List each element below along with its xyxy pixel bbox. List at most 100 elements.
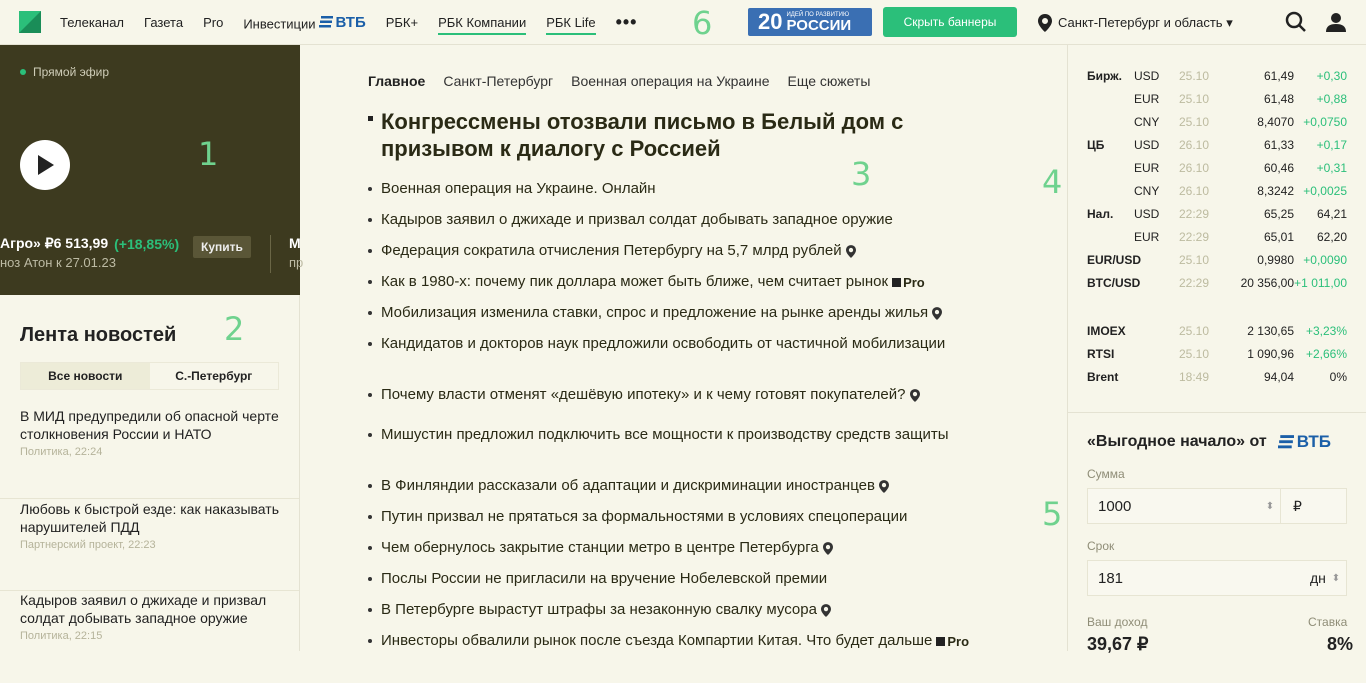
ticker-divider [270, 235, 271, 273]
more-menu-button[interactable]: ••• [616, 12, 638, 33]
ideas-banner[interactable]: 20 ИДЕЙ ПО РАЗВИТИЮ РОССИИ [748, 8, 872, 36]
news-item-content: Кандидатов и докторов наук предложили ос… [381, 334, 1008, 353]
news-item[interactable]: В Финляндии рассказали об адаптации и ди… [368, 476, 1008, 495]
nav-item-rbc-life[interactable]: РБК Life [546, 15, 596, 35]
news-item[interactable]: В Петербурге вырастут штрафы за незаконн… [368, 600, 1008, 619]
tab-spb-news[interactable]: С.-Петербург [150, 363, 279, 389]
quote-row[interactable]: RTSI 25.10 1 090,96 +2,66% [1087, 347, 1347, 365]
quote-value: 94,04 [1263, 370, 1294, 384]
term-stepper-icon[interactable]: ⬍ [1326, 573, 1346, 584]
quote-group: IMOEX [1087, 324, 1126, 338]
pro-icon [936, 636, 946, 646]
quote-change: +0,0750 [1303, 115, 1347, 129]
top-bar: Телеканал Газета Pro Инвестиции ВТБ РБК+ … [0, 0, 1366, 45]
news-item[interactable]: Федерация сократила отчисления Петербург… [368, 241, 1008, 260]
income-value: 39,67 ₽ [1087, 634, 1149, 654]
region-selector[interactable]: Санкт-Петербург и область ▾ [1038, 14, 1233, 32]
location-pin-icon [932, 306, 943, 320]
quote-value: 8,4070 [1257, 115, 1294, 129]
quote-row[interactable]: EUR 26.10 60,46 +0,31 [1087, 161, 1347, 179]
quote-row[interactable]: BTC/USD 22:29 20 356,00 +1 011,00 [1087, 276, 1347, 294]
search-icon[interactable] [1285, 11, 1307, 33]
news-item[interactable]: Мишустин предложил подключить все мощнос… [368, 425, 1008, 444]
quote-row[interactable]: ЦБ USD 26.10 61,33 +0,17 [1087, 138, 1347, 156]
annotation-4: 4 [1042, 163, 1063, 201]
sum-stepper-icon[interactable]: ⬍ [1260, 501, 1280, 512]
nav-item-newspaper[interactable]: Газета [144, 15, 183, 30]
vtb-stripes-icon [318, 16, 333, 28]
news-item[interactable]: Инвесторы обвалили рынок после съезда Ко… [368, 631, 1008, 651]
news-item-content: Мишустин предложил подключить все мощнос… [381, 425, 1008, 444]
rbc-logo-icon[interactable] [19, 11, 41, 33]
tab-military-operation[interactable]: Военная операция на Украине [571, 73, 769, 89]
list-item[interactable]: В МИД предупредили об опасной черте стол… [0, 407, 299, 499]
quote-row[interactable]: EUR 25.10 61,48 +0,88 [1087, 92, 1347, 110]
hide-banners-button[interactable]: Скрыть баннеры [883, 7, 1017, 37]
tab-more-stories[interactable]: Еще сюжеты [788, 73, 871, 89]
news-item-title: Кадыров заявил о джихаде и призвал солда… [381, 211, 893, 228]
quote-date: 18:49 [1179, 370, 1210, 384]
bullet-icon [368, 342, 372, 346]
quote-group [1087, 184, 1134, 202]
news-item[interactable]: Путин призвал не прятаться за формальнос… [368, 507, 1008, 526]
annotation-6: 6 [692, 4, 713, 42]
news-item-content: Чем обернулось закрытие станции метро в … [381, 538, 1008, 557]
bullet-icon [368, 484, 372, 488]
quote-row[interactable]: Нал. USD 22:29 65,25 64,21 [1087, 207, 1347, 225]
nav-item-rbc-companies[interactable]: РБК Компании [438, 15, 527, 35]
tab-main[interactable]: Главное [368, 73, 425, 89]
bullet-icon [368, 249, 372, 253]
quote-row[interactable]: Бирж. USD 25.10 61,49 +0,30 [1087, 69, 1347, 87]
news-item-content: Инвесторы обвалили рынок после съезда Ко… [381, 631, 1008, 651]
live-indicator: Прямой эфир [20, 65, 109, 79]
list-item[interactable]: Любовь к быстрой езде: как наказывать на… [0, 499, 299, 591]
news-item-title: Как в 1980-х: почему пик доллара может б… [381, 273, 889, 290]
tab-all-news[interactable]: Все новости [21, 363, 150, 389]
nav-item-rbc-plus[interactable]: РБК+ [386, 15, 418, 30]
news-item-content: В Петербурге вырастут штрафы за незаконн… [381, 600, 1008, 619]
list-item[interactable]: Кадыров заявил о джихаде и призвал солда… [0, 591, 299, 683]
news-item[interactable]: Чем обернулось закрытие станции метро в … [368, 538, 1008, 557]
quote-change: +0,31 [1316, 161, 1347, 175]
quote-currency: EUR [1134, 230, 1160, 244]
play-button[interactable] [20, 140, 70, 190]
news-item-title: Послы России не пригласили на вручение Н… [381, 570, 828, 587]
quotes-divider [1068, 412, 1366, 413]
buy-button[interactable]: Купить [193, 236, 251, 258]
nav-item-pro[interactable]: Pro [203, 15, 223, 30]
news-item-content: В Финляндии рассказали об адаптации и ди… [381, 476, 1008, 495]
quote-currency: USD [1134, 207, 1160, 221]
ticker-next-name[interactable]: М [289, 235, 301, 251]
bullet-icon [368, 393, 372, 397]
tab-spb[interactable]: Санкт-Петербург [443, 73, 553, 89]
news-item[interactable]: Кандидатов и докторов наук предложили ос… [368, 334, 1008, 353]
sum-field[interactable]: 1000 ⬍ ₽ [1087, 488, 1347, 524]
live-stream-panel[interactable]: Прямой эфир 1 Агро» ₽6 513,99 (+18,85%) К… [0, 45, 304, 295]
quote-row[interactable]: EUR/USD 25.10 0,9980 +0,0090 [1087, 253, 1347, 271]
nav-item-tv[interactable]: Телеканал [60, 15, 124, 30]
quote-change: 0% [1329, 370, 1347, 384]
ticker-subtitle: ноз Атон к 27.01.23 [0, 255, 116, 270]
user-icon[interactable] [1325, 11, 1347, 33]
news-item[interactable]: Военная операция на Украине. Онлайн [368, 179, 1008, 198]
quote-row[interactable]: Brent 18:49 94,04 0% [1087, 370, 1347, 388]
term-field[interactable]: 181 дн ⬍ [1087, 560, 1347, 596]
ideas-banner-big: РОССИИ [786, 16, 852, 34]
news-item-title: Мишустин предложил подключить все мощнос… [381, 426, 949, 443]
quote-row[interactable]: CNY 26.10 8,3242 +0,0025 [1087, 184, 1347, 202]
news-item[interactable]: Как в 1980-х: почему пик доллара может б… [368, 272, 1008, 292]
news-item-content: Как в 1980-х: почему пик доллара может б… [381, 272, 1008, 292]
quote-row[interactable]: IMOEX 25.10 2 130,65 +3,23% [1087, 324, 1347, 342]
news-item[interactable]: Кадыров заявил о джихаде и призвал солда… [368, 210, 1008, 229]
nav-item-investments[interactable]: Инвестиции ВТБ [243, 14, 365, 32]
news-item[interactable]: Послы России не пригласили на вручение Н… [368, 569, 1008, 588]
term-unit[interactable]: дн ⬍ [1280, 561, 1346, 595]
quote-row[interactable]: CNY 25.10 8,4070 +0,0750 [1087, 115, 1347, 133]
news-item-title: Почему власти отменят «дешёвую ипотеку» … [381, 386, 906, 403]
news-item[interactable]: Почему власти отменят «дешёвую ипотеку» … [368, 385, 1008, 404]
ticker-next-subtitle: пр [289, 255, 304, 270]
quote-value: 61,49 [1263, 69, 1294, 83]
news-item[interactable]: Мобилизация изменила ставки, спрос и пре… [368, 303, 1008, 322]
ticker-item[interactable]: Агро» ₽6 513,99 (+18,85%) [0, 235, 179, 252]
quote-row[interactable]: EUR 22:29 65,01 62,20 [1087, 230, 1347, 248]
